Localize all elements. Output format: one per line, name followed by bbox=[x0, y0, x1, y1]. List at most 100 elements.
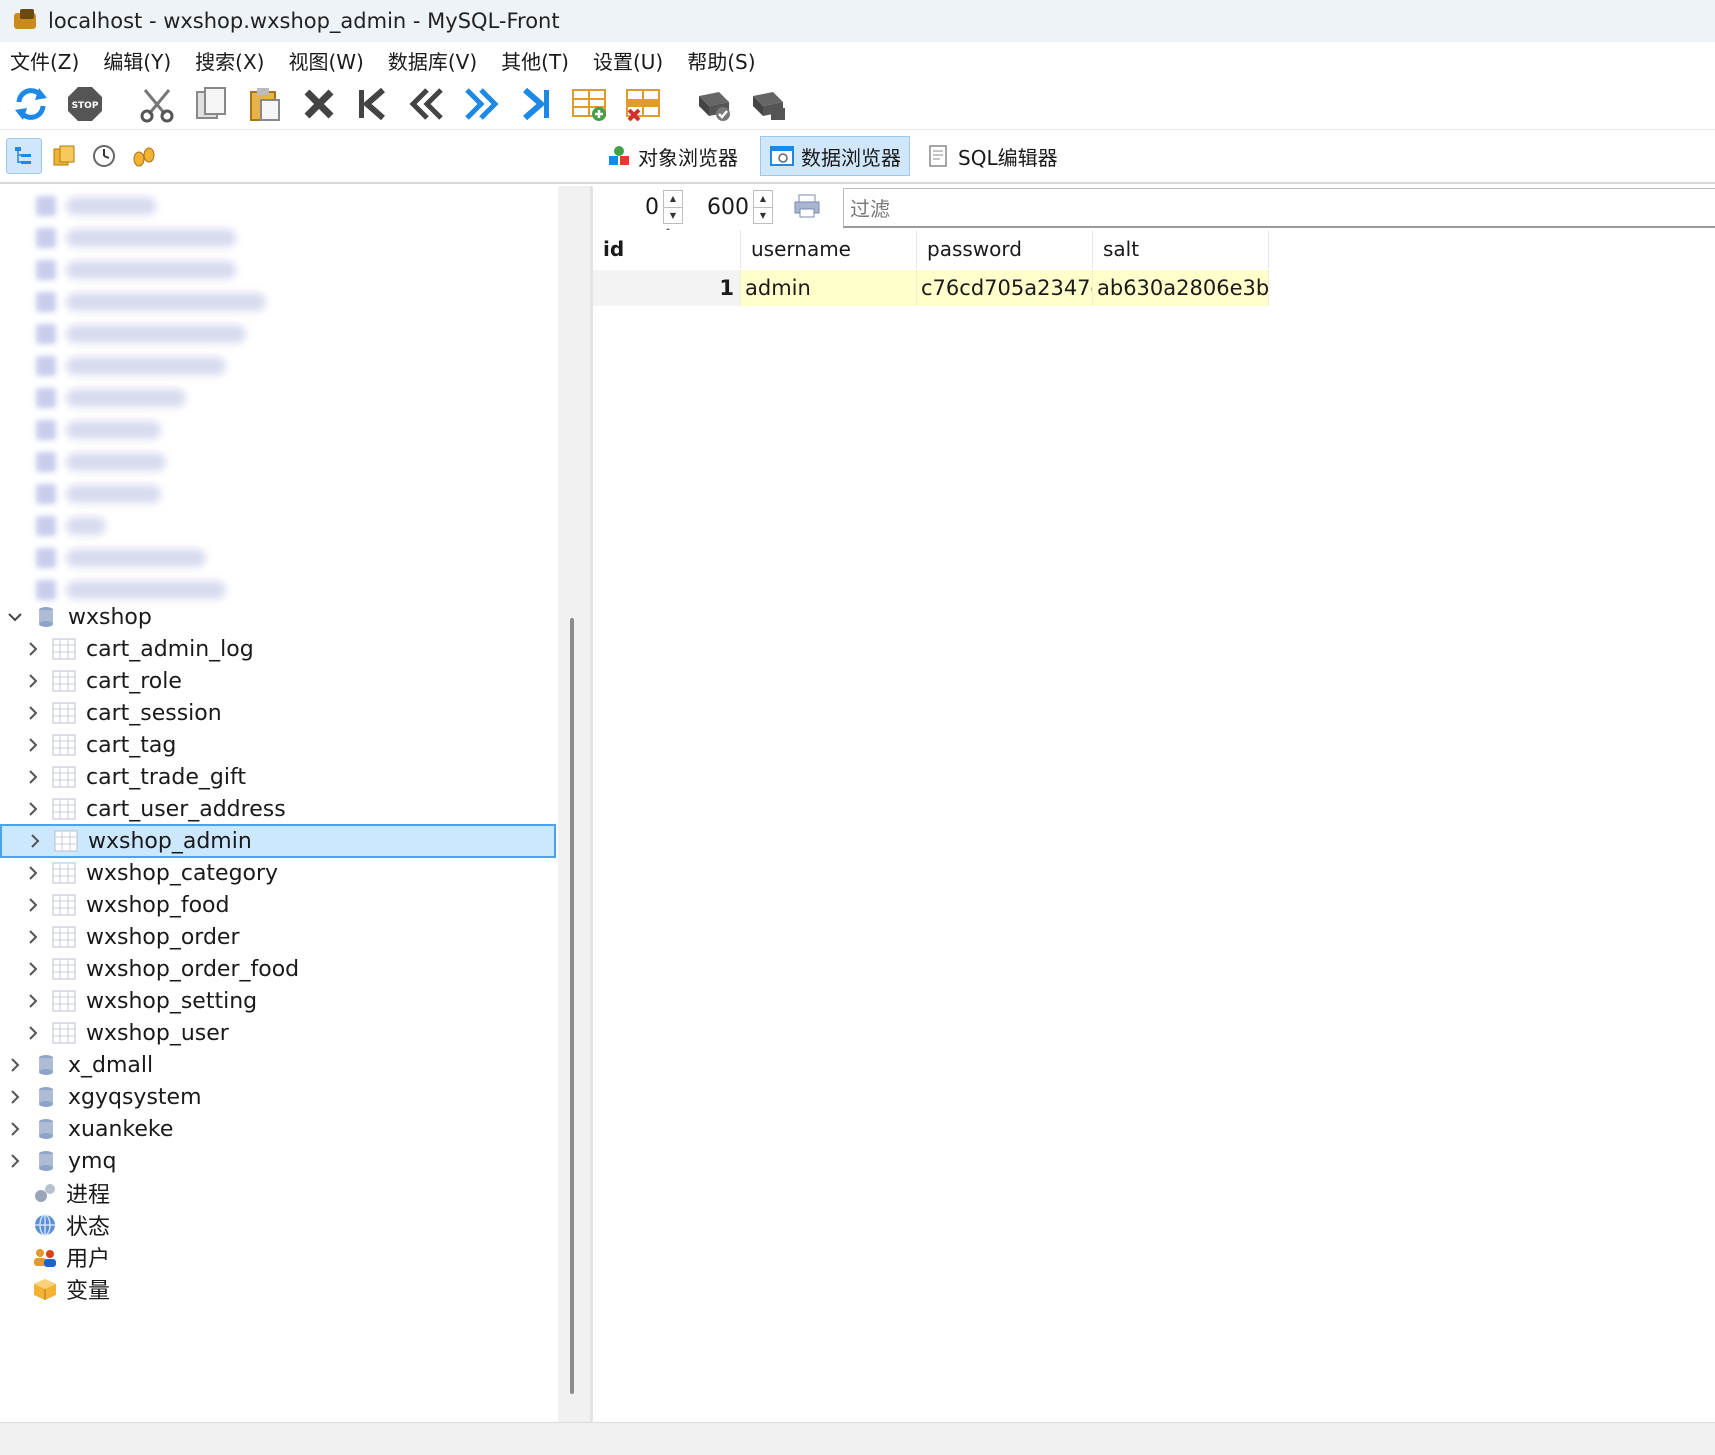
bookmarks-tab[interactable] bbox=[46, 138, 82, 174]
tree-table-item[interactable]: wxshop_admin bbox=[0, 824, 556, 858]
cell-salt[interactable]: ab630a2806e3b0 bbox=[1093, 270, 1269, 306]
tree-database-wxshop[interactable]: wxshop bbox=[0, 600, 556, 634]
menu-help[interactable]: 帮助(S) bbox=[687, 46, 755, 75]
chevron-right-icon[interactable] bbox=[22, 862, 44, 884]
spin-down-icon[interactable]: ▼ bbox=[664, 206, 682, 224]
history-tab[interactable] bbox=[86, 138, 122, 174]
tree-scrollbar[interactable] bbox=[558, 186, 590, 1422]
process-icon bbox=[35, 1184, 55, 1202]
refresh-button[interactable] bbox=[8, 81, 54, 127]
tree-scrollbar-thumb[interactable] bbox=[570, 618, 574, 1394]
column-header-id[interactable]: id bbox=[593, 230, 741, 268]
menu-search[interactable]: 搜索(X) bbox=[195, 46, 264, 75]
menu-edit[interactable]: 编辑(Y) bbox=[103, 46, 171, 75]
database-icon bbox=[39, 607, 53, 627]
limit-toggle-button[interactable] bbox=[793, 192, 823, 222]
tree-item-variables[interactable]: 变量 bbox=[0, 1272, 556, 1306]
chevron-right-icon[interactable] bbox=[22, 766, 44, 788]
menu-settings[interactable]: 设置(U) bbox=[593, 46, 663, 75]
tree-item-users[interactable]: 用户 bbox=[0, 1240, 556, 1274]
table-row[interactable]: 1 admin c76cd705a2347c ab630a2806e3b0 bbox=[593, 270, 1269, 306]
chevron-right-icon[interactable] bbox=[22, 926, 44, 948]
tab-data-browser[interactable]: 数据浏览器 bbox=[760, 136, 910, 176]
tree-table-item[interactable]: wxshop_category bbox=[0, 856, 556, 890]
quick-search-tab[interactable] bbox=[126, 138, 162, 174]
navigator-tab[interactable] bbox=[6, 138, 42, 174]
tree-table-item[interactable]: wxshop_order_food bbox=[0, 952, 556, 986]
stop-button[interactable]: STOP bbox=[62, 81, 108, 127]
chevron-right-icon[interactable] bbox=[4, 1086, 26, 1108]
first-record-button[interactable] bbox=[350, 81, 396, 127]
tree-table-item[interactable]: cart_tag bbox=[0, 728, 556, 762]
tree-table-item[interactable]: cart_role bbox=[0, 664, 556, 698]
chevron-right-icon[interactable] bbox=[22, 894, 44, 916]
tree-table-item[interactable]: wxshop_user bbox=[0, 1016, 556, 1050]
column-header-username[interactable]: username bbox=[741, 230, 917, 268]
chevron-right-icon[interactable] bbox=[22, 798, 44, 820]
tree-database-xgyqsystem[interactable]: xgyqsystem bbox=[0, 1080, 556, 1114]
tree-table-item[interactable]: cart_admin_log bbox=[0, 632, 556, 666]
spin-up-icon[interactable]: ▲ bbox=[664, 191, 682, 207]
menu-view[interactable]: 视图(W) bbox=[288, 46, 363, 75]
delete-record-button[interactable] bbox=[620, 81, 666, 127]
tree-database-x_dmall[interactable]: x_dmall bbox=[0, 1048, 556, 1082]
tree-database-xuankeke[interactable]: xuankeke bbox=[0, 1112, 556, 1146]
offset-spinner[interactable]: 0 ▲ ▼ bbox=[603, 190, 683, 224]
spin-down-icon[interactable]: ▼ bbox=[754, 206, 772, 224]
filter-input[interactable]: 过滤 bbox=[843, 188, 1715, 228]
delete-button[interactable] bbox=[296, 81, 342, 127]
next-page-button[interactable] bbox=[458, 81, 504, 127]
cut-icon bbox=[140, 88, 174, 122]
limit-value[interactable]: 600 bbox=[693, 195, 749, 220]
copy-button[interactable] bbox=[188, 81, 234, 127]
tree-item-status[interactable]: 状态 bbox=[0, 1208, 556, 1242]
insert-record-button[interactable] bbox=[566, 81, 612, 127]
paste-button[interactable] bbox=[242, 81, 288, 127]
limit-spin-buttons[interactable]: ▲ ▼ bbox=[753, 190, 773, 224]
tab-sql-editor[interactable]: SQL编辑器 bbox=[918, 136, 1066, 176]
column-header-password[interactable]: password bbox=[917, 230, 1093, 268]
table-icon bbox=[52, 702, 76, 724]
tree-table-item[interactable]: cart_trade_gift bbox=[0, 760, 556, 794]
cell-username[interactable]: admin bbox=[741, 270, 917, 306]
chevron-right-icon[interactable] bbox=[24, 830, 46, 852]
tree-table-item[interactable]: wxshop_food bbox=[0, 888, 556, 922]
menu-database[interactable]: 数据库(V) bbox=[388, 46, 477, 75]
chevron-down-icon[interactable] bbox=[4, 606, 26, 628]
chevron-right-icon[interactable] bbox=[4, 1054, 26, 1076]
menu-other[interactable]: 其他(T) bbox=[501, 46, 569, 75]
cell-password[interactable]: c76cd705a2347c bbox=[917, 270, 1093, 306]
spin-up-icon[interactable]: ▲ bbox=[754, 191, 772, 207]
chevron-right-icon[interactable] bbox=[4, 1150, 26, 1172]
database-tree[interactable]: wxshop cart_admin_log cart_role cart_sessi… bbox=[0, 186, 560, 1422]
cell-id[interactable]: 1 bbox=[593, 270, 741, 306]
tree-item-processes[interactable]: 进程 bbox=[0, 1176, 556, 1210]
chevron-right-icon[interactable] bbox=[22, 1022, 44, 1044]
tree-table-item[interactable]: cart_session bbox=[0, 696, 556, 730]
chevron-right-icon[interactable] bbox=[22, 990, 44, 1012]
tree-table-item[interactable]: cart_user_address bbox=[0, 792, 556, 826]
offset-value[interactable]: 0 bbox=[603, 195, 659, 220]
chevron-right-icon[interactable] bbox=[22, 734, 44, 756]
chevron-right-icon[interactable] bbox=[22, 670, 44, 692]
chevron-right-icon[interactable] bbox=[22, 702, 44, 724]
chevron-right-icon[interactable] bbox=[4, 1118, 26, 1140]
tree-table-item[interactable]: wxshop_order bbox=[0, 920, 556, 954]
cut-button[interactable] bbox=[134, 81, 180, 127]
menu-file[interactable]: 文件(Z) bbox=[10, 46, 79, 75]
tab-data-browser-label: 数据浏览器 bbox=[801, 145, 901, 170]
post-record-button[interactable] bbox=[692, 81, 738, 127]
offset-spin-buttons[interactable]: ▲ ▼ bbox=[663, 190, 683, 224]
title-bar: localhost - wxshop.wxshop_admin - MySQL-… bbox=[0, 0, 1715, 42]
column-header-salt[interactable]: salt bbox=[1093, 230, 1269, 268]
limit-spinner[interactable]: 600 ▲ ▼ bbox=[693, 190, 773, 224]
previous-page-button[interactable] bbox=[404, 81, 450, 127]
tab-object-browser[interactable]: 对象浏览器 bbox=[598, 136, 746, 176]
last-record-button[interactable] bbox=[512, 81, 558, 127]
chevron-right-icon[interactable] bbox=[22, 958, 44, 980]
tree-database-ymq[interactable]: ymq bbox=[0, 1144, 556, 1178]
tree-table-item[interactable]: wxshop_setting bbox=[0, 984, 556, 1018]
status-icon bbox=[35, 1214, 55, 1236]
cancel-record-button[interactable] bbox=[746, 81, 792, 127]
chevron-right-icon[interactable] bbox=[22, 638, 44, 660]
